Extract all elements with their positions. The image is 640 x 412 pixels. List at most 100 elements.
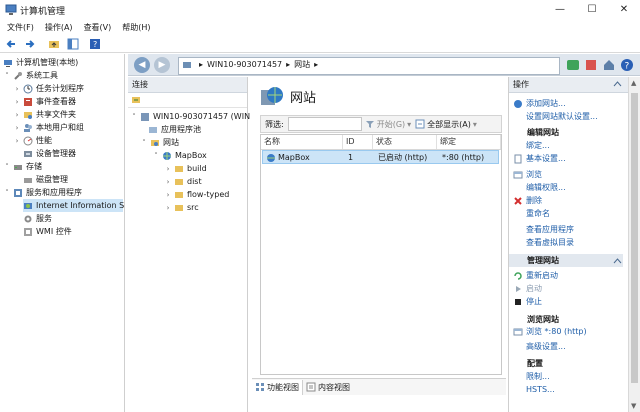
actions-scrollbar[interactable]: ▲ ▼ xyxy=(628,77,640,412)
action-add-site[interactable]: 添加网站... xyxy=(513,98,566,110)
iis-address-box[interactable]: ▸ WIN10-903071457 ▸ 网站 ▸ xyxy=(178,57,560,75)
table-row[interactable]: MapBox 1 已启动 (http) *:80 (http) xyxy=(262,150,499,164)
show-all-button[interactable]: 全部显示(A) xyxy=(427,119,471,130)
tree-device-manager[interactable]: 设备管理器 xyxy=(23,147,76,160)
scroll-up-arrow[interactable]: ▲ xyxy=(631,79,638,87)
action-hsts[interactable]: HSTS... xyxy=(513,384,555,396)
expand-icon[interactable]: › xyxy=(13,135,21,148)
tree-storage[interactable]: ˅ 存储 xyxy=(3,160,42,173)
stop-icon[interactable] xyxy=(584,58,598,72)
menu-help[interactable]: 帮助(H) xyxy=(122,20,150,35)
menu-file[interactable]: 文件(F) xyxy=(7,20,34,35)
conn-server[interactable]: ˅ WIN10-903071457 (WIN xyxy=(130,110,250,123)
computer-icon xyxy=(4,59,12,67)
collapse-icon[interactable]: ˅ xyxy=(130,111,138,124)
conn-mapbox-site[interactable]: ˅ MapBox xyxy=(152,149,207,162)
filter-bar: 筛选: 开始(G) ▾ 全部显示(A) ▾ xyxy=(260,115,502,133)
tree-event-viewer[interactable]: › 事件查看器 xyxy=(13,95,76,108)
address-server[interactable]: WIN10-903071457 xyxy=(207,58,282,72)
clock-icon xyxy=(23,84,33,93)
col-binding[interactable]: 绑定 xyxy=(437,135,501,149)
minimize-button[interactable]: — xyxy=(544,0,576,20)
help-icon[interactable]: ? xyxy=(89,38,101,50)
svg-text:?: ? xyxy=(625,62,630,72)
help-icon[interactable]: ? xyxy=(620,58,634,72)
connections-header: 连接 xyxy=(128,77,247,93)
collapse-icon[interactable]: ˅ xyxy=(152,150,160,163)
tab-content-view[interactable]: 内容视图 xyxy=(303,380,353,395)
tree-performance[interactable]: › 性能 xyxy=(13,134,52,147)
conn-sites[interactable]: ˅ 网站 xyxy=(140,136,179,149)
tree-disk-management[interactable]: 磁盘管理 xyxy=(23,173,68,186)
conn-app-pools[interactable]: 应用程序池 xyxy=(148,123,201,136)
collapse-icon[interactable]: ˅ xyxy=(3,70,11,83)
col-status[interactable]: 状态 xyxy=(373,135,437,149)
tree-local-users[interactable]: › 本地用户和组 xyxy=(13,121,84,134)
connect-icon[interactable] xyxy=(131,95,141,105)
menu-action[interactable]: 操作(A) xyxy=(45,20,73,35)
filter-go-icon[interactable] xyxy=(365,119,375,129)
tree-system-tools[interactable]: ˅ 系统工具 xyxy=(3,69,58,82)
server-icon xyxy=(183,62,191,68)
scroll-down-arrow[interactable]: ▼ xyxy=(631,402,638,410)
collapse-up-icon[interactable] xyxy=(613,257,622,266)
console-tree-icon[interactable] xyxy=(67,38,79,50)
action-view-vdirs[interactable]: 查看虚拟目录 xyxy=(513,237,574,249)
collapse-icon[interactable]: ˅ xyxy=(3,161,11,174)
tree-shared-folders[interactable]: › 共享文件夹 xyxy=(13,108,76,121)
tree-task-scheduler[interactable]: › 任务计划程序 xyxy=(13,82,84,95)
address-node[interactable]: 网站 xyxy=(294,58,310,72)
action-edit-permissions[interactable]: 编辑权限... xyxy=(513,182,566,194)
close-button[interactable]: ✕ xyxy=(608,0,640,20)
filter-input[interactable] xyxy=(287,117,362,131)
action-rename[interactable]: 重命名 xyxy=(513,208,550,220)
actions-panel: 操作 添加网站... 设置网站默认设置... 编辑网站 绑定... 基本设置..… xyxy=(508,77,628,412)
action-delete[interactable]: 删除 xyxy=(513,195,542,207)
collapse-icon[interactable]: ˅ xyxy=(3,187,11,200)
action-limits[interactable]: 限制... xyxy=(513,371,550,383)
iis-forward-button[interactable]: ▶ xyxy=(154,57,170,73)
start-button[interactable]: 开始(G) xyxy=(377,119,405,130)
tree-services[interactable]: 服务 xyxy=(23,212,52,225)
collapse-up-icon[interactable] xyxy=(613,80,622,89)
action-advanced-settings[interactable]: 高级设置... xyxy=(513,341,566,353)
conn-folder-build[interactable]: › build xyxy=(164,162,207,175)
up-folder-icon[interactable] xyxy=(48,38,60,50)
event-viewer-icon xyxy=(24,97,32,106)
col-name[interactable]: 名称 xyxy=(261,135,343,149)
back-arrow-icon[interactable] xyxy=(5,38,17,50)
expand-icon[interactable]: › xyxy=(164,202,172,215)
restart-icon xyxy=(514,271,522,280)
action-bindings[interactable]: 绑定... xyxy=(513,140,550,152)
iis-address-bar: ◀ ▶ ▸ WIN10-903071457 ▸ 网站 ▸ ? xyxy=(128,54,640,76)
action-restart[interactable]: 重新启动 xyxy=(513,270,558,282)
conn-folder-flow-typed[interactable]: › flow-typed xyxy=(164,188,230,201)
globe-icon xyxy=(163,151,171,160)
console-tree: 计算机管理(本地) ˅ 系统工具 › 任务计划程序 › 事件查看器 › 共享文件夹 › 本… xyxy=(0,54,125,412)
home-icon[interactable] xyxy=(602,58,616,72)
tree-root[interactable]: 计算机管理(本地) xyxy=(3,56,78,69)
scroll-thumb[interactable] xyxy=(631,93,638,383)
action-stop[interactable]: 停止 xyxy=(513,296,542,308)
tree-wmi[interactable]: WMI 控件 xyxy=(23,225,72,238)
action-browse[interactable]: 浏览 xyxy=(513,169,542,181)
conn-folder-src[interactable]: › src xyxy=(164,201,199,214)
address-sep-1: ▸ xyxy=(199,60,204,69)
tree-services-apps[interactable]: ˅ 服务和应用程序 xyxy=(3,186,82,199)
menu-view[interactable]: 查看(V) xyxy=(84,20,112,35)
action-view-apps[interactable]: 查看应用程序 xyxy=(513,224,574,236)
tab-features-view[interactable]: 功能视图 xyxy=(252,379,303,395)
forward-arrow-icon[interactable] xyxy=(24,38,36,50)
refresh-icon[interactable] xyxy=(566,58,580,72)
action-browse-80[interactable]: 浏览 *:80 (http) xyxy=(513,326,587,338)
iis-back-button[interactable]: ◀ xyxy=(134,57,150,73)
col-id[interactable]: ID xyxy=(343,135,373,149)
action-basic-settings[interactable]: 基本设置... xyxy=(513,153,566,165)
tree-iis[interactable]: Internet Information S xyxy=(23,199,124,212)
filter-label: 筛选: xyxy=(265,119,284,129)
collapse-icon[interactable]: ˅ xyxy=(140,137,148,150)
maximize-button[interactable]: ☐ xyxy=(576,0,608,20)
action-set-defaults[interactable]: 设置网站默认设置... xyxy=(513,111,598,123)
conn-folder-dist[interactable]: › dist xyxy=(164,175,202,188)
action-start[interactable]: 启动 xyxy=(513,283,542,295)
